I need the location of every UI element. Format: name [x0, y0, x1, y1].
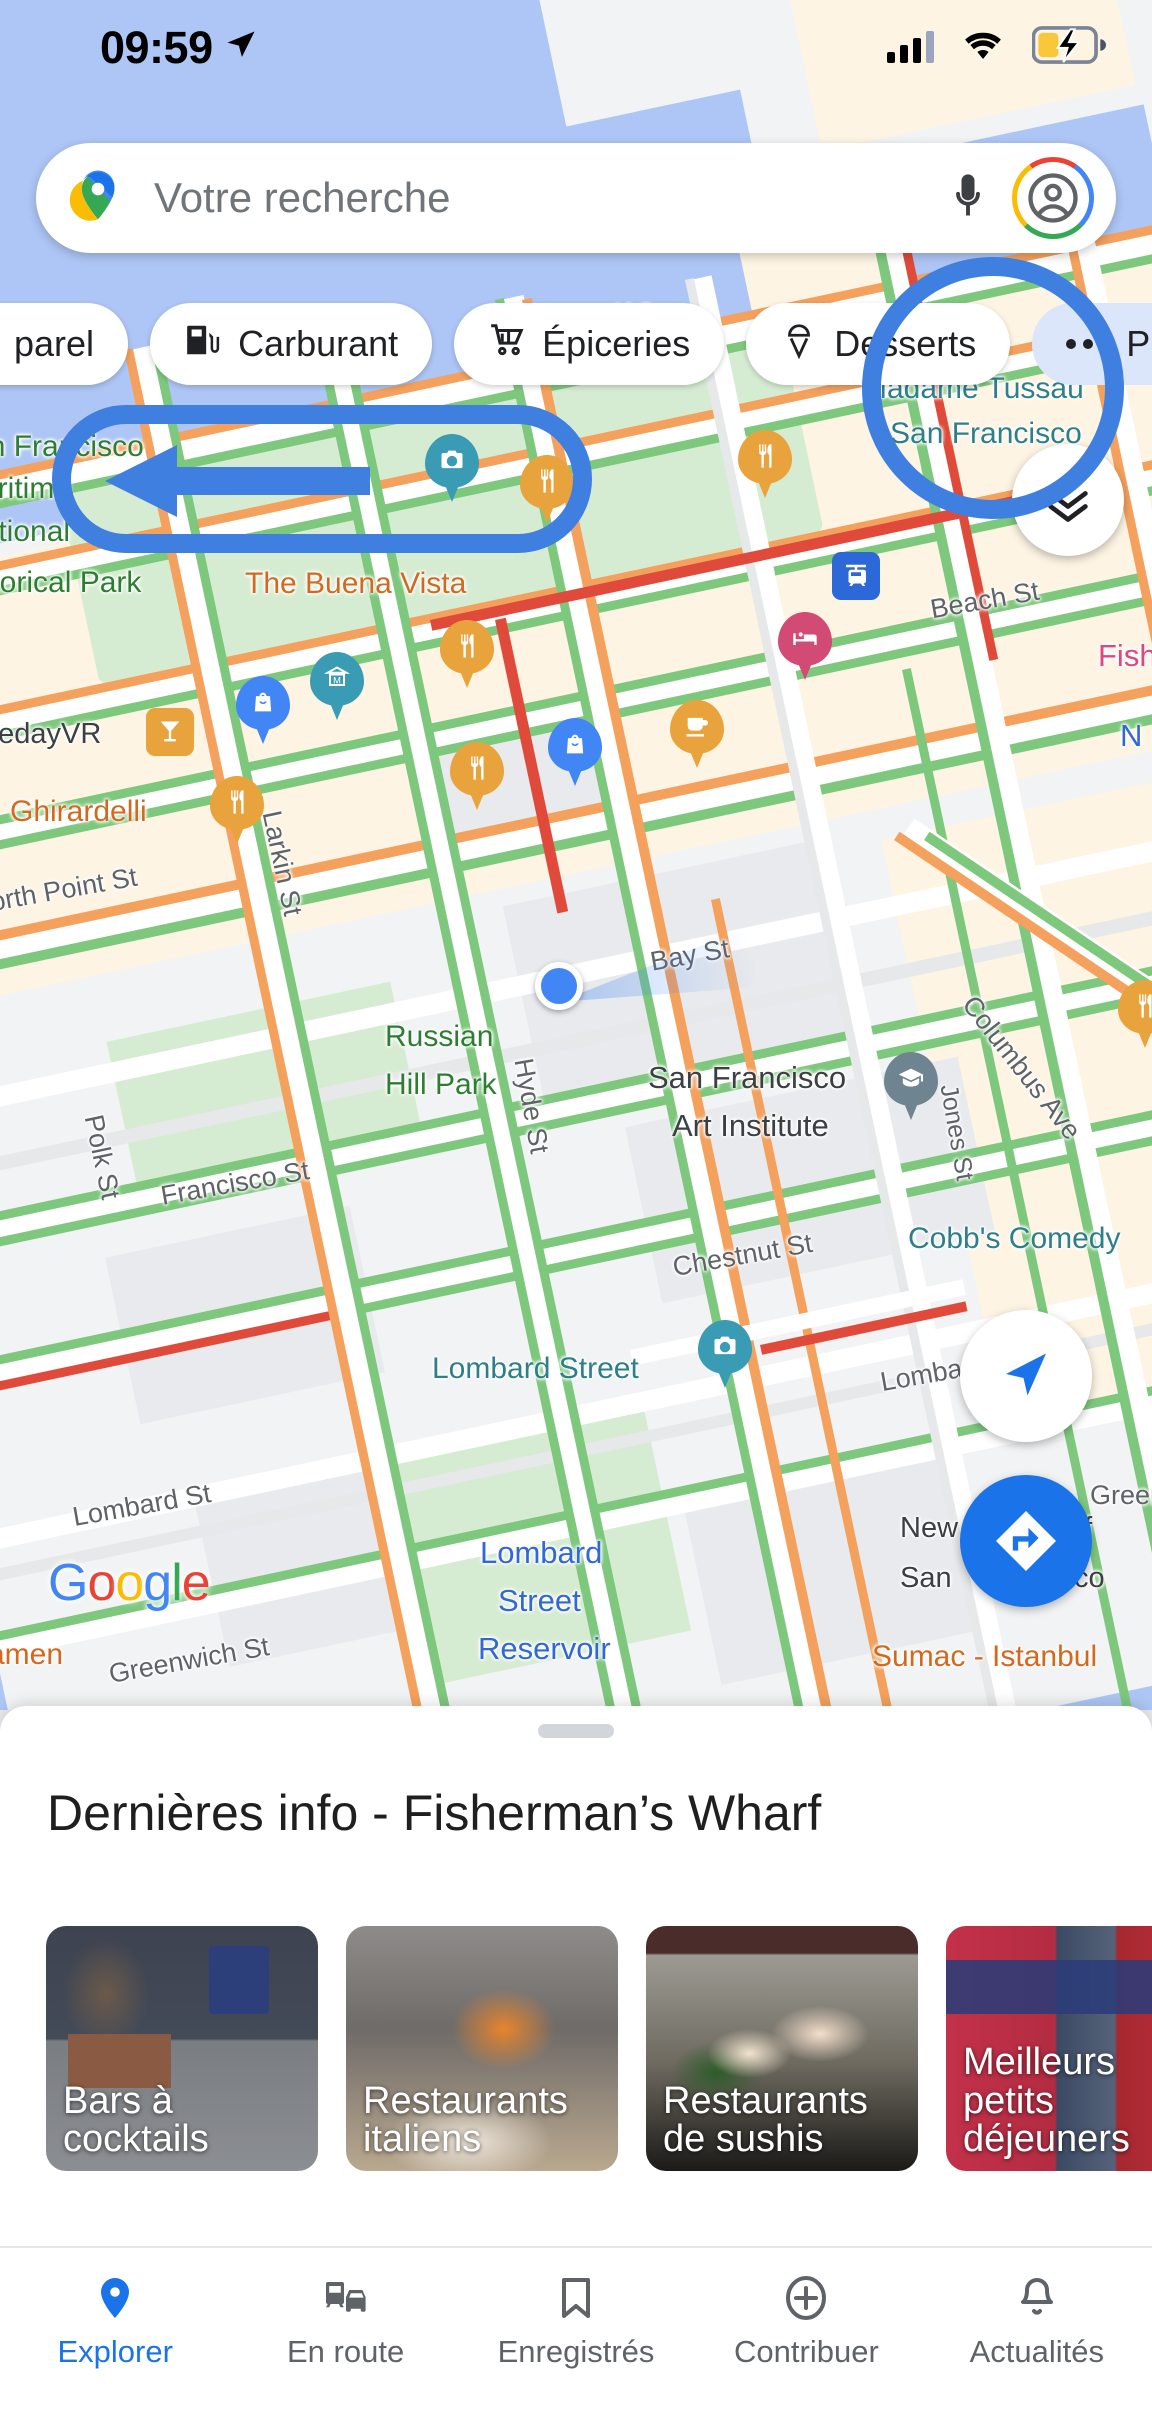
- battery-charging-icon: [1031, 26, 1106, 69]
- map-icon-bar[interactable]: [146, 708, 194, 756]
- fuel-pump-icon: [184, 321, 222, 368]
- bottom-sheet[interactable]: Dernières info - Fisherman’s Wharf Bars …: [0, 1706, 1152, 2246]
- bottom-navigation-bar[interactable]: Explorer En route Enregistrés Contribuer…: [0, 2246, 1152, 2432]
- status-bar-indicators: [887, 24, 1106, 71]
- map-layers-icon: [1048, 491, 1088, 522]
- more-dots-icon: [1066, 339, 1111, 349]
- map-pin-restaurant[interactable]: [450, 742, 504, 812]
- shopping-cart-icon: [488, 321, 526, 368]
- map-pin-restaurant[interactable]: [440, 620, 494, 690]
- nav-item-en-route[interactable]: En route: [230, 2274, 460, 2370]
- map-pin-photo[interactable]: [698, 1320, 752, 1390]
- wifi-icon: [962, 24, 1004, 71]
- chip-label: parel: [14, 323, 95, 364]
- google-maps-pin-icon: [69, 168, 126, 229]
- chip-label: Plus: [1126, 323, 1152, 364]
- map-pin-photo[interactable]: [425, 434, 479, 504]
- explore-card[interactable]: Bars à cocktails: [46, 1926, 318, 2171]
- location-arrow-icon: [223, 27, 259, 68]
- map-canvas[interactable]: San Francisco Maritime National Historic…: [0, 0, 1152, 1710]
- map-pin-school[interactable]: [884, 1052, 938, 1122]
- map-pin-shopping[interactable]: [236, 676, 290, 746]
- explore-card[interactable]: Restaurants italiens: [346, 1926, 618, 2171]
- map-pin-restaurant[interactable]: [738, 430, 792, 500]
- map-pin-restaurant[interactable]: [1118, 980, 1152, 1050]
- chip-epiceries[interactable]: Épiceries: [454, 303, 725, 385]
- svg-text:M: M: [333, 675, 341, 685]
- explore-cards-carousel[interactable]: Bars à cocktails Restaurants italiens Re…: [0, 1926, 1152, 2186]
- explore-card-label: Meilleurs petits déjeuners: [963, 2040, 1130, 2161]
- nav-label: Contribuer: [734, 2334, 879, 2369]
- bell-icon: [1020, 2278, 1053, 2315]
- map-pin-museum[interactable]: M: [310, 652, 364, 722]
- directions-arrow-icon: [996, 1511, 1056, 1571]
- search-input[interactable]: [154, 174, 942, 222]
- current-location-dot: [535, 962, 583, 1010]
- bookmark-icon: [562, 2278, 591, 2318]
- plus-circle-icon: [786, 2276, 827, 2320]
- category-chips-row[interactable]: parel Carburant Épiceries Desserts Plus: [0, 296, 1152, 392]
- map-pin-icon: [101, 2278, 130, 2318]
- map-layers-button[interactable]: [1012, 444, 1124, 556]
- map-pin-shopping[interactable]: [548, 718, 602, 788]
- nav-item-enregistres[interactable]: Enregistrés: [461, 2274, 691, 2370]
- map-pin-hotel[interactable]: [778, 612, 832, 682]
- nav-item-explorer[interactable]: Explorer: [0, 2274, 230, 2370]
- search-bar[interactable]: [36, 143, 1116, 253]
- explore-card[interactable]: Restaurants de sushis: [646, 1926, 918, 2171]
- chip-label: Carburant: [238, 323, 399, 364]
- map-pin-restaurant[interactable]: [520, 455, 574, 525]
- explore-card[interactable]: Meilleurs petits déjeuners: [946, 1926, 1152, 2171]
- map-pin-restaurant[interactable]: [210, 776, 264, 846]
- directions-button[interactable]: [960, 1475, 1092, 1607]
- nav-item-contribuer[interactable]: Contribuer: [691, 2274, 921, 2370]
- drag-handle[interactable]: [538, 1724, 614, 1738]
- status-bar: 09:59: [0, 0, 1152, 95]
- chip-label: Épiceries: [542, 323, 691, 364]
- my-location-arrow-icon: [1006, 1353, 1046, 1396]
- chip-apparel[interactable]: parel: [0, 303, 129, 385]
- nav-label: Enregistrés: [497, 2334, 655, 2369]
- account-avatar-icon[interactable]: [1012, 157, 1094, 239]
- explore-card-label: Restaurants de sushis: [663, 2079, 868, 2161]
- explore-card-label: Bars à cocktails: [63, 2079, 209, 2161]
- nav-label: Actualités: [969, 2334, 1105, 2369]
- ice-cream-icon: [780, 321, 818, 368]
- map-pin-cafe[interactable]: [670, 700, 724, 770]
- cellular-signal-icon: [887, 30, 934, 63]
- google-logo-watermark: Google: [48, 1554, 211, 1612]
- chip-desserts[interactable]: Desserts: [746, 303, 1011, 385]
- microphone-icon[interactable]: [942, 170, 994, 227]
- status-bar-time: 09:59: [100, 21, 213, 73]
- chip-plus[interactable]: Plus: [1032, 303, 1152, 385]
- nav-label: Explorer: [57, 2334, 173, 2369]
- nav-item-actualites[interactable]: Actualités: [922, 2274, 1152, 2370]
- commute-icon: [325, 2282, 366, 2312]
- chip-label: Desserts: [834, 323, 977, 364]
- page-title: Dernières info - Fisherman’s Wharf: [47, 1785, 822, 1841]
- explore-card-label: Restaurants italiens: [363, 2079, 568, 2161]
- chip-carburant[interactable]: Carburant: [150, 303, 433, 385]
- map-icon-cablecar[interactable]: [832, 552, 880, 600]
- my-location-button[interactable]: [960, 1310, 1092, 1442]
- nav-label: En route: [287, 2334, 405, 2369]
